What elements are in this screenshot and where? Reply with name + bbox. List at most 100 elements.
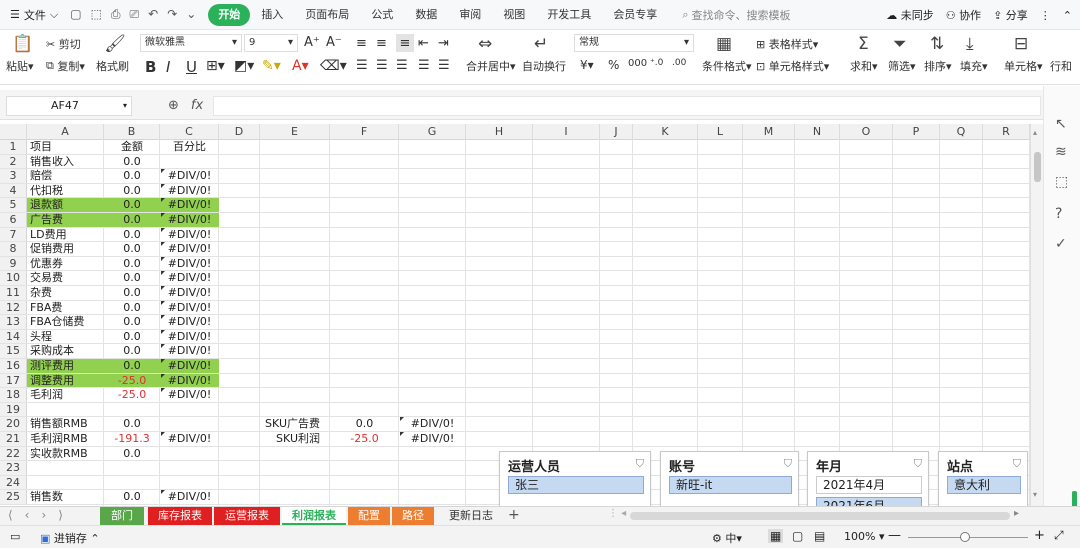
slicer-item[interactable]: 意大利 [947,476,1021,494]
properties-icon[interactable]: ≋ [1055,144,1067,160]
cell-b[interactable]: 金额 [104,140,160,154]
highlight-icon[interactable]: ✎▾ [262,58,281,74]
help-icon[interactable]: ? [1055,206,1062,222]
cell-e[interactable]: SKU利润 [260,432,330,446]
indent-increase-icon[interactable]: ⇥ [438,36,449,51]
redo-icon[interactable]: ↷ [167,7,177,22]
bold-button[interactable]: B [145,58,156,76]
row-header[interactable]: 20 [0,417,27,431]
cell-b[interactable]: 0.0 [104,301,160,315]
tab-5[interactable]: 审阅 [448,4,492,26]
merge-button[interactable]: 合并居中 ▾ [466,58,516,74]
preview-icon[interactable]: ⎚ [130,7,140,22]
conditional-format-button[interactable]: 条件格式 ▾ [702,58,752,74]
cell-c[interactable]: #DIV/0! [160,388,219,402]
percent-icon[interactable]: % [608,58,619,72]
cell-c[interactable]: #DIV/0! [160,184,219,198]
column-header-F[interactable]: F [330,124,399,140]
normal-view-icon[interactable]: ▦ [768,529,784,543]
cell-a[interactable]: 广告费 [27,213,104,227]
fill-color-icon[interactable]: ◩▾ [234,58,254,74]
horizontal-scrollbar[interactable] [630,512,1010,520]
mode-indicator[interactable]: ▣ 进销存 ⌃ [40,530,100,546]
file-menu[interactable]: ☰ 文件 ⌵ [10,7,58,23]
cell-a[interactable]: 促销费用 [27,242,104,256]
align-middle-icon[interactable]: ≡ [376,36,387,51]
page-layout-icon[interactable]: ▢ [792,529,803,543]
cell-c[interactable]: #DIV/0! [160,315,219,329]
clear-filter-icon[interactable]: ⛉ [636,457,644,471]
row-header[interactable]: 16 [0,359,27,373]
column-header-J[interactable]: J [600,124,633,140]
sheet-tab-1[interactable]: 库存报表 [148,507,212,525]
row-header[interactable]: 19 [0,402,27,417]
cell-b[interactable]: 0.0 [104,359,160,373]
share-button[interactable]: ⇪ 分享 [993,7,1028,23]
format-painter-icon[interactable]: 🖌 [104,34,126,54]
name-box[interactable]: AF47 ▾ [6,96,132,116]
export-icon[interactable]: ⬚ [91,7,102,22]
cell-c[interactable]: #DIV/0! [160,271,219,285]
currency-icon[interactable]: ¥▾ [580,58,594,72]
cell-a[interactable]: 毛利润 [27,388,104,402]
cell-b[interactable]: 0.0 [104,490,160,504]
cell-a[interactable]: 测评费用 [27,359,104,373]
cell-b[interactable]: 0.0 [104,286,160,300]
row-header[interactable]: 5 [0,198,27,212]
row-col-button[interactable]: 行和 [1050,58,1072,74]
column-header-H[interactable]: H [466,124,533,140]
clear-filter-icon[interactable]: ⛉ [1013,457,1021,471]
sheet-tab-4[interactable]: 配置 [348,507,390,525]
cell-c[interactable]: #DIV/0! [160,374,219,388]
zoom-level[interactable]: 100% ▾ [844,530,884,543]
collab-button[interactable]: ⚇ 协作 [946,7,981,23]
font-size-select[interactable]: 9 ▾ [244,34,298,52]
sheet-tab-5[interactable]: 路径 [392,507,434,525]
paste-icon[interactable]: 📋 [12,34,34,54]
page-break-icon[interactable]: ▤ [814,529,825,543]
row-header[interactable]: 11 [0,286,27,300]
cell-c[interactable]: #DIV/0! [160,257,219,271]
font-color-icon[interactable]: A▾ [292,58,309,74]
column-header-I[interactable]: I [533,124,600,140]
cell-a[interactable]: 销售额RMB [27,417,104,431]
clear-format-icon[interactable]: ⌫▾ [320,58,347,74]
align-left-icon[interactable]: ☰ [356,58,368,73]
cell-c[interactable]: #DIV/0! [160,242,219,256]
cell-a[interactable]: 销售收入 [27,155,104,169]
row-header[interactable]: 2 [0,154,27,169]
cell-c[interactable]: #DIV/0! [160,198,219,212]
sheet-tab-3[interactable]: 利润报表 [282,507,346,525]
filter-icon[interactable]: ⏷ [893,34,907,54]
slicer-item[interactable]: 新旺-it [669,476,792,494]
cell-c[interactable]: 百分比 [160,140,219,154]
align-top-icon[interactable]: ≡ [356,36,367,51]
column-header-P[interactable]: P [893,124,940,140]
tab-2[interactable]: 页面布局 [294,4,360,26]
cell-a[interactable]: FBA费 [27,301,104,315]
cell-b[interactable]: 0.0 [104,447,160,461]
row-header[interactable]: 13 [0,315,27,329]
cell-c[interactable]: #DIV/0! [160,228,219,242]
cell-g[interactable]: #DIV/0! [399,417,466,431]
italic-button[interactable]: I [166,58,170,76]
cell-a[interactable]: 头程 [27,330,104,344]
cell-f[interactable]: 0.0 [330,417,399,431]
cell-a[interactable]: 交易费 [27,271,104,285]
sheet-grid[interactable]: ABCDEFGHIJKLMNOPQR 1 项目 金额 百分比 2 销售收入 0.0 3 赔偿 0.… [0,124,1030,506]
slicer-item[interactable]: 2021年4月 [816,476,922,494]
slicer-item[interactable]: 2021年6月 [816,497,922,506]
cell-a[interactable]: 项目 [27,140,104,154]
table-style-button[interactable]: ⊞ 表格样式 ▾ [756,36,818,52]
cell-c[interactable]: #DIV/0! [160,359,219,373]
slicer-panel[interactable]: 站点 ⛉ 意大利 [938,451,1028,506]
cell-a[interactable]: 优惠券 [27,257,104,271]
vertical-scrollbar[interactable]: ▴ ▾ [1030,124,1043,506]
formula-input[interactable] [213,96,1041,116]
cell-style-button[interactable]: ⊡ 单元格样式 ▾ [756,58,829,74]
review-icon[interactable]: ✓ [1055,236,1067,252]
hscroll-left-icon[interactable]: ⋮ ◂ [608,508,626,519]
conditional-format-icon[interactable]: ▦ [716,34,732,54]
cell-g[interactable]: #DIV/0! [399,432,466,446]
cell-a[interactable]: 毛利润RMB [27,432,104,446]
